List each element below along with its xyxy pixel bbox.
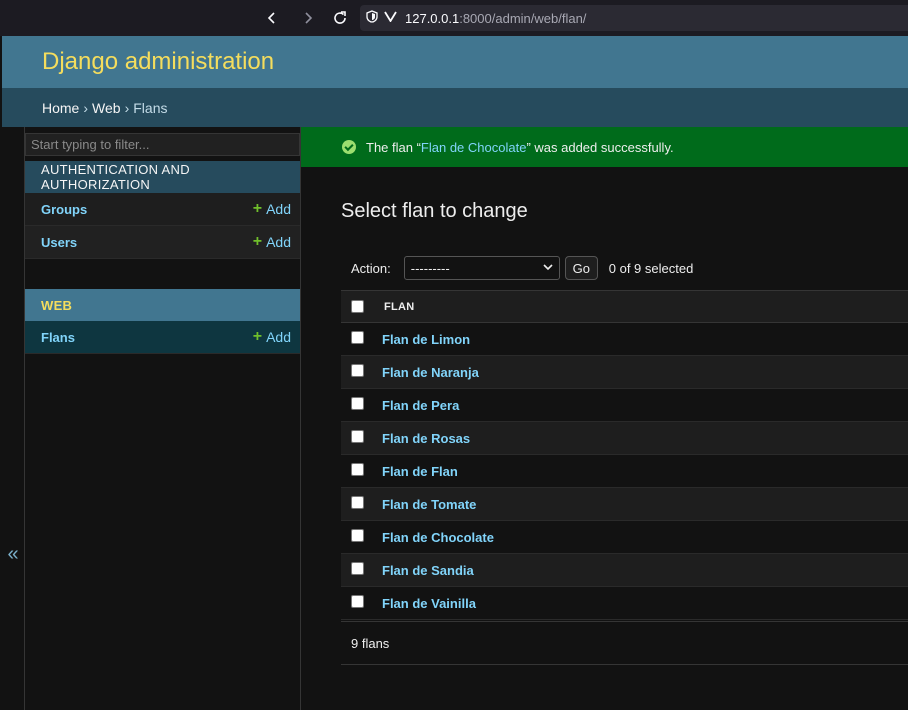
url-path: :8000/admin/web/flan/ (459, 10, 587, 26)
table-row: Flan de Vainilla (341, 587, 908, 620)
breadcrumb-separator: › (124, 99, 130, 116)
success-message: The flan “Flan de Chocolate” was added s… (301, 127, 908, 167)
action-select-value: --------- (410, 260, 450, 276)
row-link[interactable]: Flan de Sandia (382, 563, 474, 578)
check-circle-icon (342, 140, 356, 154)
result-list-table: FLAN Flan de Limon Flan de Naranja Flan … (341, 290, 908, 620)
table-row: Flan de Limon (341, 323, 908, 356)
browser-toolbar: 127.0.0.1:8000/admin/web/flan/ (0, 0, 908, 36)
row-checkbox[interactable] (351, 594, 364, 608)
row-checkbox[interactable] (351, 462, 364, 476)
page-title: Select flan to change (341, 200, 528, 222)
add-users-button[interactable]: + Add (253, 233, 291, 251)
forward-icon[interactable] (296, 6, 320, 30)
row-link[interactable]: Flan de Flan (382, 464, 458, 479)
row-checkbox[interactable] (351, 495, 364, 509)
table-row: Flan de Tomate (341, 488, 908, 521)
add-label: Add (266, 234, 291, 250)
paginator: 9 flans (341, 621, 908, 665)
action-select[interactable]: --------- (403, 256, 560, 280)
site-branding[interactable]: Django administration (42, 48, 274, 76)
sidebar-item-flans: Flans + Add (25, 321, 300, 354)
table-row: Flan de Chocolate (341, 521, 908, 554)
message-text: The flan “Flan de Chocolate” was added s… (366, 140, 674, 155)
sidebar-item-label[interactable]: Groups (41, 202, 87, 217)
module-caption-web[interactable]: WEB (25, 289, 300, 321)
row-link[interactable]: Flan de Tomate (382, 497, 476, 512)
breadcrumb: Home › Web › Flans (2, 88, 908, 127)
column-header-flan[interactable]: FLAN (384, 301, 415, 313)
go-button[interactable]: Go (564, 256, 598, 280)
row-link[interactable]: Flan de Limon (382, 332, 470, 347)
breadcrumb-separator: › (83, 99, 89, 116)
url-host: 127.0.0.1 (405, 10, 460, 26)
row-link[interactable]: Flan de Vainilla (382, 596, 476, 611)
row-checkbox[interactable] (351, 396, 364, 410)
row-checkbox[interactable] (351, 528, 364, 542)
row-checkbox[interactable] (351, 429, 364, 443)
add-label: Add (266, 201, 291, 217)
table-row: Flan de Rosas (341, 422, 908, 455)
add-flans-button[interactable]: + Add (253, 328, 291, 346)
row-link[interactable]: Flan de Naranja (382, 365, 479, 380)
add-groups-button[interactable]: + Add (253, 200, 291, 218)
plus-icon: + (252, 328, 263, 345)
collapse-sidebar-icon[interactable]: « (7, 543, 18, 566)
row-link[interactable]: Flan de Chocolate (382, 530, 494, 545)
table-row: Flan de Naranja (341, 356, 908, 389)
message-link[interactable]: Flan de Chocolate (421, 140, 527, 155)
breadcrumb-home[interactable]: Home (42, 100, 79, 116)
plus-icon: + (252, 233, 263, 250)
sidebar-item-groups: Groups + Add (25, 193, 300, 226)
row-checkbox[interactable] (351, 561, 364, 575)
sidebar-item-label[interactable]: Flans (41, 330, 75, 345)
row-checkbox[interactable] (351, 330, 364, 344)
shield-icon[interactable] (366, 10, 378, 26)
site-header: Django administration (2, 36, 908, 88)
sidebar-item-users: Users + Add (25, 226, 300, 259)
add-label: Add (266, 329, 291, 345)
sidebar-toggle-strip[interactable]: « (2, 127, 25, 710)
result-count: 9 flans (351, 635, 390, 651)
nav-filter-input[interactable] (25, 133, 300, 156)
table-row: Flan de Flan (341, 455, 908, 488)
nav-sidebar: AUTHENTICATION AND AUTHORIZATION Groups … (25, 127, 301, 710)
table-row: Flan de Sandia (341, 554, 908, 587)
chevron-down-icon (543, 263, 553, 274)
url-bar[interactable]: 127.0.0.1:8000/admin/web/flan/ (360, 5, 908, 31)
module-caption-auth[interactable]: AUTHENTICATION AND AUTHORIZATION (25, 161, 300, 193)
actions-bar: Action: --------- Go 0 of 9 selected (341, 253, 908, 283)
select-all-checkbox[interactable] (351, 300, 364, 313)
selected-count: 0 of 9 selected (608, 260, 694, 276)
row-link[interactable]: Flan de Pera (382, 398, 459, 413)
site-info-icon[interactable] (384, 10, 397, 26)
plus-icon: + (252, 200, 263, 217)
row-link[interactable]: Flan de Rosas (382, 431, 470, 446)
reload-icon[interactable] (328, 6, 352, 30)
table-row: Flan de Pera (341, 389, 908, 422)
table-header: FLAN (341, 290, 908, 323)
breadcrumb-current: Flans (133, 99, 168, 116)
sidebar-item-label[interactable]: Users (41, 235, 77, 250)
message-suffix: ” was added successfully. (526, 139, 674, 155)
action-label: Action: (351, 260, 391, 276)
message-prefix: The flan “ (366, 139, 421, 155)
row-checkbox[interactable] (351, 363, 364, 377)
breadcrumb-app[interactable]: Web (92, 100, 121, 116)
back-icon[interactable] (260, 6, 284, 30)
